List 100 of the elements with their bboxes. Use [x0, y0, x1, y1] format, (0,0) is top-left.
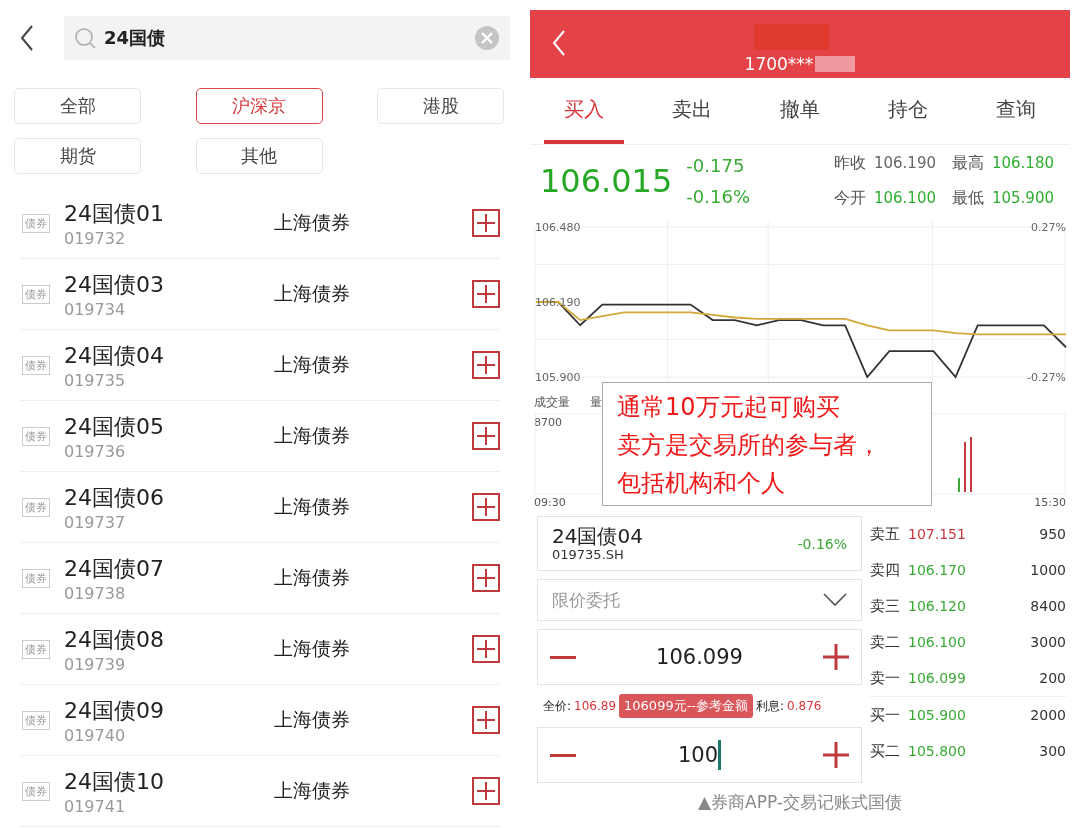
pixelated-block: [815, 56, 856, 72]
full-price-value: 106.89: [574, 699, 617, 713]
add-button[interactable]: [472, 422, 500, 450]
add-button[interactable]: [472, 351, 500, 379]
price-stepper[interactable]: 106.099: [537, 629, 862, 685]
plus-button[interactable]: [823, 742, 849, 768]
bond-name: 24国债05: [64, 412, 165, 441]
bond-tag: 债券: [22, 426, 50, 446]
annotation-text: 通常10万元起可购买: [617, 392, 841, 423]
stat-label: 最高: [951, 153, 984, 174]
order-side: 卖二: [870, 632, 901, 652]
add-button[interactable]: [472, 209, 500, 237]
back-button[interactable]: [20, 25, 34, 51]
bond-tag: 债券: [22, 639, 50, 659]
bond-tag: 债券: [22, 568, 50, 588]
bond-name: 24国债07: [64, 554, 165, 583]
plus-icon: [477, 356, 495, 374]
interest-value: 0.876: [787, 699, 822, 713]
stat-value: 106.190: [873, 154, 936, 172]
text-cursor: [718, 740, 722, 770]
axis-label: 8700: [534, 416, 562, 429]
bond-code: 019732: [64, 228, 127, 248]
add-button[interactable]: [472, 635, 500, 663]
back-icon: [552, 30, 566, 56]
minus-button[interactable]: [550, 753, 576, 757]
filter-chip[interactable]: 沪深京: [195, 88, 323, 124]
order-volume: 300: [1039, 743, 1066, 759]
filter-chip[interactable]: 港股: [377, 88, 504, 124]
plus-icon: [477, 782, 495, 800]
bond-code: 019741: [64, 796, 127, 816]
plus-icon: [823, 742, 849, 768]
add-button[interactable]: [472, 493, 500, 521]
order-side: 买二: [870, 741, 901, 761]
bond-tag: 债券: [22, 213, 50, 233]
quantity-stepper[interactable]: 100: [537, 727, 862, 783]
tab[interactable]: 持仓: [868, 78, 948, 144]
bond-name: 24国债10: [64, 767, 165, 796]
search-input[interactable]: 24国债: [102, 26, 468, 50]
add-button[interactable]: [472, 777, 500, 805]
order-price: 106.100: [908, 634, 967, 650]
plus-button[interactable]: [823, 644, 849, 670]
order-volume: 3000: [1030, 634, 1066, 650]
order-price: 105.800: [908, 743, 967, 759]
price-change: -0.175: [686, 155, 746, 176]
bond-code: 019737: [64, 512, 127, 532]
bond-name: 24国债01: [64, 199, 165, 228]
plus-icon: [477, 427, 495, 445]
price-value[interactable]: 106.099: [656, 645, 743, 669]
bond-tag: 债券: [22, 781, 50, 801]
tab[interactable]: 查询: [976, 78, 1056, 144]
order-side: 卖四: [870, 560, 901, 580]
order-side: 卖三: [870, 596, 901, 616]
market-label: 上海债券: [274, 352, 351, 377]
interest-label: 利息:: [756, 697, 785, 715]
search-field[interactable]: 24国债: [64, 16, 510, 60]
order-volume: 2000: [1030, 707, 1066, 723]
add-button[interactable]: [472, 706, 500, 734]
order-volume: 1000: [1030, 562, 1066, 578]
plus-icon: [477, 214, 495, 232]
bond-name: 24国债06: [64, 483, 165, 512]
order-price: 106.170: [908, 562, 967, 578]
plus-icon: [477, 285, 495, 303]
order-volume: 950: [1039, 526, 1066, 542]
stat-label: 最低: [951, 188, 984, 209]
toast-message: 106099元--参考金额: [619, 694, 754, 718]
filter-chip[interactable]: 其他: [195, 138, 323, 174]
tab[interactable]: 撤单: [760, 78, 840, 144]
volume-title: 成交量: [534, 395, 570, 409]
caption: ▲券商APP-交易记账式国债: [698, 791, 902, 814]
chevron-down-icon: [823, 593, 847, 607]
tab[interactable]: 卖出: [652, 78, 732, 144]
plus-icon: [823, 644, 849, 670]
bond-code: 019740: [64, 725, 127, 745]
axis-label: 106.480: [535, 221, 581, 234]
market-label: 上海债券: [274, 494, 351, 519]
market-label: 上海债券: [274, 636, 351, 661]
axis-label: -0.27%: [1027, 371, 1066, 384]
bond-code: 019739: [64, 654, 127, 674]
bond-tag: 债券: [22, 710, 50, 730]
filter-chip[interactable]: 全部: [14, 88, 141, 124]
market-label: 上海债券: [274, 565, 351, 590]
order-side: 买一: [870, 705, 901, 725]
filter-chip[interactable]: 期货: [14, 138, 141, 174]
tab[interactable]: 买入: [544, 78, 624, 144]
back-icon: [20, 25, 34, 51]
bond-name: 24国债04: [64, 341, 165, 370]
volume-legend: 量: [590, 395, 602, 409]
bond-code: 019734: [64, 299, 127, 319]
add-button[interactable]: [472, 564, 500, 592]
bond-code: 019735.SH: [552, 547, 625, 562]
minus-button[interactable]: [550, 655, 576, 659]
axis-label: 0.27%: [1031, 221, 1066, 234]
volume-bars: [958, 437, 972, 492]
bond-code: 019735: [64, 370, 127, 390]
axis-label: 09:30: [534, 496, 566, 509]
order-volume: 200: [1039, 670, 1066, 686]
minus-icon: [550, 753, 576, 757]
stat-value: 106.180: [991, 154, 1054, 172]
quantity-value[interactable]: 100: [677, 743, 719, 767]
add-button[interactable]: [472, 280, 500, 308]
